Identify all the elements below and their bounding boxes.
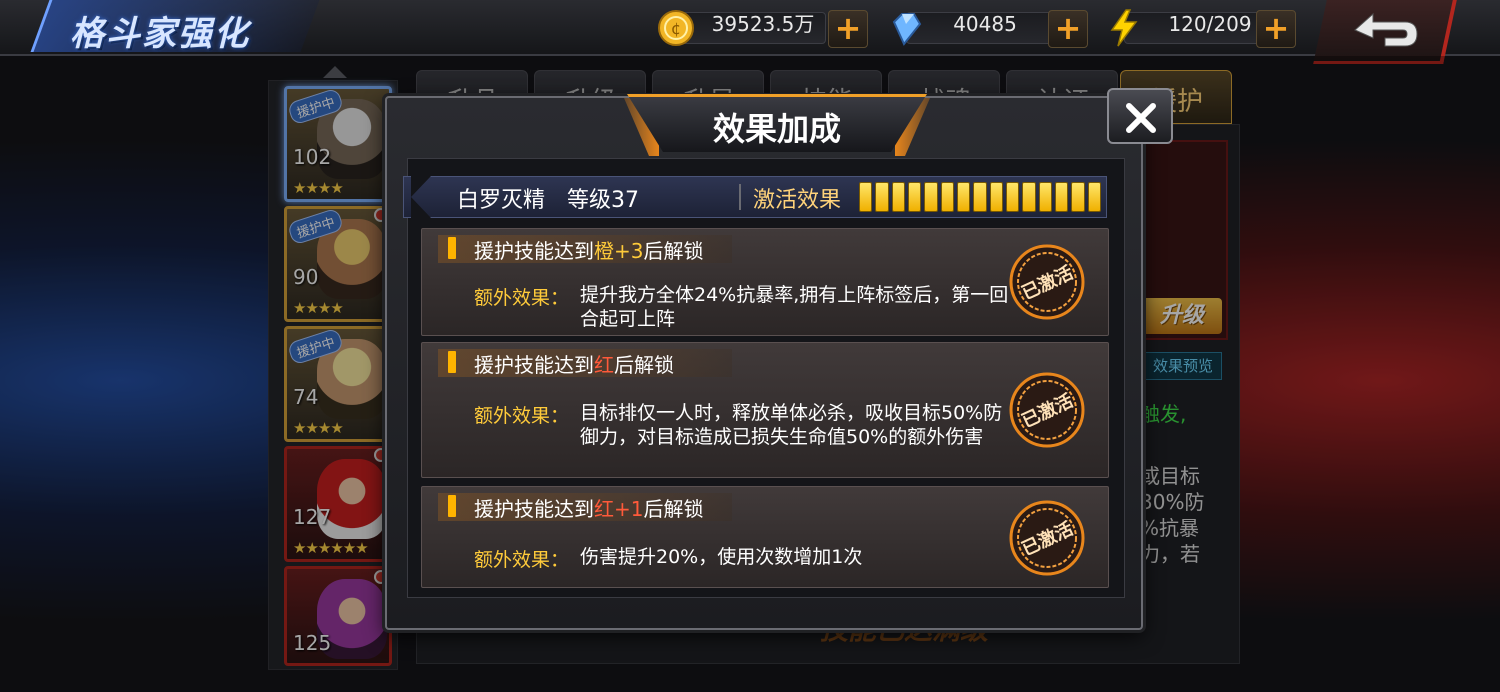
activated-stamp: 已激活	[1009, 500, 1085, 576]
activation-segment	[1054, 182, 1069, 212]
add-coins-button[interactable]: +	[828, 10, 868, 48]
activation-segment	[1087, 182, 1101, 212]
row-marker	[448, 237, 456, 259]
activation-label: 激活效果	[753, 188, 842, 213]
header-divider	[739, 184, 741, 210]
hero-level-label: 等级37	[567, 188, 639, 213]
tier-highlight: 橙+3	[594, 239, 644, 263]
diamonds-value: 40485	[953, 12, 1017, 36]
activation-progress-bar	[859, 182, 1101, 212]
stamina-resource: 120/209 +	[1104, 8, 1314, 48]
hero-name: 白罗灭精	[457, 188, 546, 213]
close-button[interactable]	[1107, 88, 1173, 144]
activated-stamp: 已激活	[1009, 244, 1085, 320]
effect-row: 援护技能达到红后解锁 额外效果： 目标排仅一人时，释放单体必杀，吸收目标50%防…	[421, 342, 1109, 478]
add-stamina-button[interactable]: +	[1256, 10, 1296, 48]
gold-coin-icon: ¢	[658, 10, 694, 46]
unlock-condition: 援护技能达到红后解锁	[474, 353, 674, 377]
extra-effect-text: 伤害提升20%，使用次数增加1次	[580, 546, 863, 568]
effect-bonus-dialog: 效果加成 白罗灭精 等级37 激活效果 援护技能达到橙+3后解锁 额外效果： 提…	[385, 88, 1173, 630]
activation-segment	[956, 182, 971, 212]
diamonds-resource: 40485 +	[886, 8, 1094, 48]
coins-value: 39523.5万	[711, 12, 815, 36]
svg-text:¢: ¢	[671, 19, 681, 38]
row-marker	[448, 351, 456, 373]
activation-segment	[891, 182, 905, 212]
close-icon	[1126, 103, 1156, 133]
tier-highlight: 红	[594, 353, 614, 377]
activation-segment	[875, 182, 889, 212]
dialog-title: 效果加成	[712, 110, 841, 148]
stamina-value: 120/209	[1168, 12, 1252, 36]
lightning-icon	[1110, 9, 1138, 47]
activation-segment	[1022, 182, 1036, 212]
page-title: 格斗家强化	[70, 14, 250, 54]
activation-segment	[1071, 182, 1085, 212]
activation-segment	[989, 182, 1003, 212]
activation-segment	[973, 182, 987, 212]
extra-effect-text: 目标排仅一人时，释放单体必杀，吸收目标50%防御力，对目标造成已损失生命值50%…	[580, 402, 1003, 448]
activation-segment	[1038, 182, 1052, 212]
unlock-condition: 援护技能达到橙+3后解锁	[474, 239, 704, 263]
activation-segment	[1005, 182, 1020, 212]
extra-effect-label: 额外效果：	[474, 549, 570, 571]
add-diamonds-button[interactable]: +	[1048, 10, 1088, 48]
effect-row: 援护技能达到红+1后解锁 额外效果： 伤害提升20%，使用次数增加1次 已激活	[421, 486, 1109, 588]
row-marker	[448, 495, 456, 517]
diamond-icon	[892, 13, 922, 46]
extra-effect-label: 额外效果：	[474, 405, 570, 427]
unlock-condition: 援护技能达到红+1后解锁	[474, 497, 704, 521]
activation-segment	[859, 182, 873, 212]
tier-highlight: 红+1	[594, 497, 644, 521]
effect-row: 援护技能达到橙+3后解锁 额外效果： 提升我方全体24%抗暴率,拥有上阵标签后，…	[421, 228, 1109, 336]
activation-segment	[907, 182, 922, 212]
coins-resource: ¢ 39523.5万 +	[656, 8, 872, 48]
extra-effect-text: 提升我方全体24%抗暴率,拥有上阵标签后，第一回合起可上阵	[580, 284, 1009, 330]
extra-effect-label: 额外效果：	[474, 287, 570, 309]
back-arrow-icon[interactable]	[1345, 8, 1425, 52]
activation-segment	[940, 182, 954, 212]
activation-segment	[924, 182, 938, 212]
activated-stamp: 已激活	[1009, 372, 1085, 448]
